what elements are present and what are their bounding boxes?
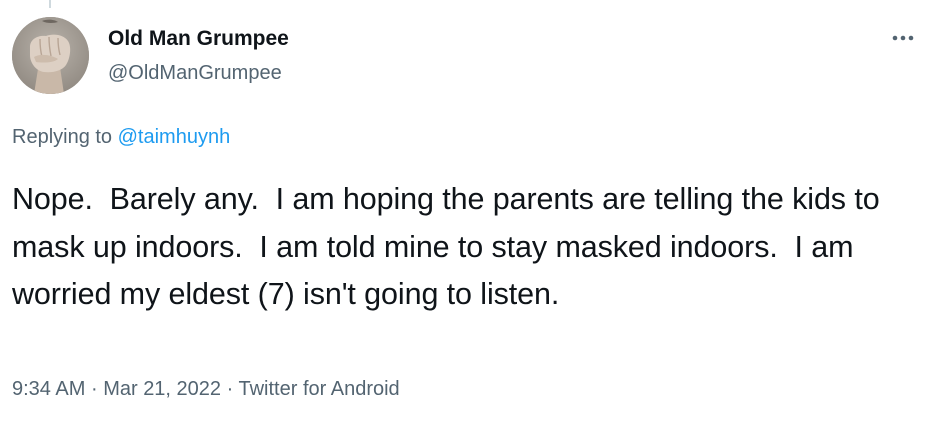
replying-to-line: Replying to @taimhuynh — [12, 124, 230, 150]
tweet-text: Nope. Barely any. I am hoping the parent… — [12, 182, 888, 311]
author-handle[interactable]: @OldManGrumpee — [108, 60, 289, 86]
tweet-metadata: 9:34 AM · Mar 21, 2022 · Twitter for And… — [12, 376, 400, 402]
replying-to-prefix: Replying to — [12, 126, 118, 148]
author-block: Old Man Grumpee @OldManGrumpee — [108, 26, 289, 86]
meta-separator: · — [90, 378, 98, 400]
thread-connector-line — [49, 0, 51, 8]
tweet-date[interactable]: Mar 21, 2022 — [103, 378, 221, 400]
more-options-button[interactable] — [886, 28, 920, 48]
meta-separator: · — [226, 378, 234, 400]
replying-to-handle-link[interactable]: @taimhuynh — [118, 126, 231, 148]
ellipsis-icon — [892, 35, 914, 41]
author-display-name[interactable]: Old Man Grumpee — [108, 26, 289, 52]
avatar[interactable] — [12, 17, 89, 94]
fist-avatar-icon — [12, 17, 89, 94]
tweet-time[interactable]: 9:34 AM — [12, 378, 85, 400]
tweet-source[interactable]: Twitter for Android — [238, 378, 399, 400]
